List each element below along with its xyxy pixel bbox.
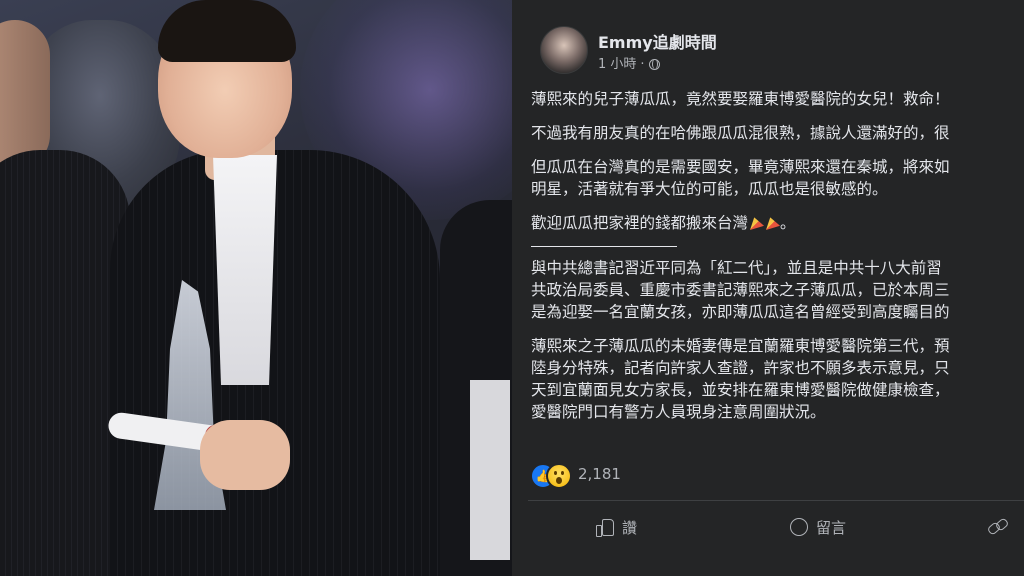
welcome-text: 歡迎瓜瓜把家裡的錢都搬來台灣 <box>531 214 749 232</box>
post-paragraph: 薄熙來之子薄瓜瓜的未婚妻傳是宜蘭羅東博愛醫院第三代，預 陸身分特殊，記者向許家人… <box>531 337 950 421</box>
comment-label: 留言 <box>816 518 847 537</box>
main-person-hair <box>158 0 296 62</box>
action-divider <box>528 500 1024 501</box>
facebook-post: Emmy追劇時間 1 小時 · 薄熙來的兒子薄瓜瓜，竟然要娶羅東博愛醫院的女兒！救… <box>512 0 1024 576</box>
like-label: 讚 <box>622 518 638 537</box>
main-person-hand <box>200 420 290 490</box>
share-icon <box>988 520 1008 534</box>
reaction-count[interactable]: 2,181 <box>578 465 621 483</box>
thumbs-up-icon <box>596 518 614 537</box>
text-divider <box>531 246 677 247</box>
welcome-suffix: 。 <box>780 214 796 232</box>
avatar[interactable] <box>540 26 588 74</box>
author-name[interactable]: Emmy追劇時間 <box>598 29 717 53</box>
like-button[interactable]: 讚 <box>596 513 637 541</box>
meta-separator: · <box>640 57 645 72</box>
party-popper-icon <box>766 217 781 230</box>
post-time[interactable]: 1 小時 <box>598 57 636 72</box>
wow-reaction-icon <box>546 463 572 489</box>
news-photo <box>0 0 512 576</box>
post-paragraph-welcome: 歡迎瓜瓜把家裡的錢都搬來台灣 。 <box>531 212 1024 234</box>
post-paragraph: 但瓜瓜在台灣真的是需要國安，畢竟薄熙來還在秦城，將來如 明星，活著就有爭大位的可… <box>531 158 950 198</box>
post-paragraph: 薄熙來的兒子薄瓜瓜，竟然要娶羅東博愛醫院的女兒！救命！ <box>531 90 950 108</box>
main-person-jacket <box>110 150 440 576</box>
right-person-shirt <box>470 380 510 560</box>
left-person-head <box>0 20 50 170</box>
comment-icon <box>790 518 808 536</box>
post-paragraph: 不過我有朋友真的在哈佛跟瓜瓜混很熟，據說人還滿好的，很 <box>531 124 950 142</box>
post-paragraph: 與中共總書記習近平同為「紅二代」，並且是中共十八大前習 共政治局委員、重慶市委書… <box>531 259 950 321</box>
globe-icon[interactable] <box>648 59 660 70</box>
post-meta: 1 小時 · <box>598 53 660 72</box>
post-body: 薄熙來的兒子薄瓜瓜，竟然要娶羅東博愛醫院的女兒！救命！ 不過我有朋友真的在哈佛跟… <box>531 88 1024 435</box>
action-bar: 讚 留言 <box>512 505 1024 549</box>
party-popper-icon <box>750 217 765 230</box>
share-button[interactable] <box>988 513 1008 541</box>
comment-button[interactable]: 留言 <box>790 513 846 541</box>
